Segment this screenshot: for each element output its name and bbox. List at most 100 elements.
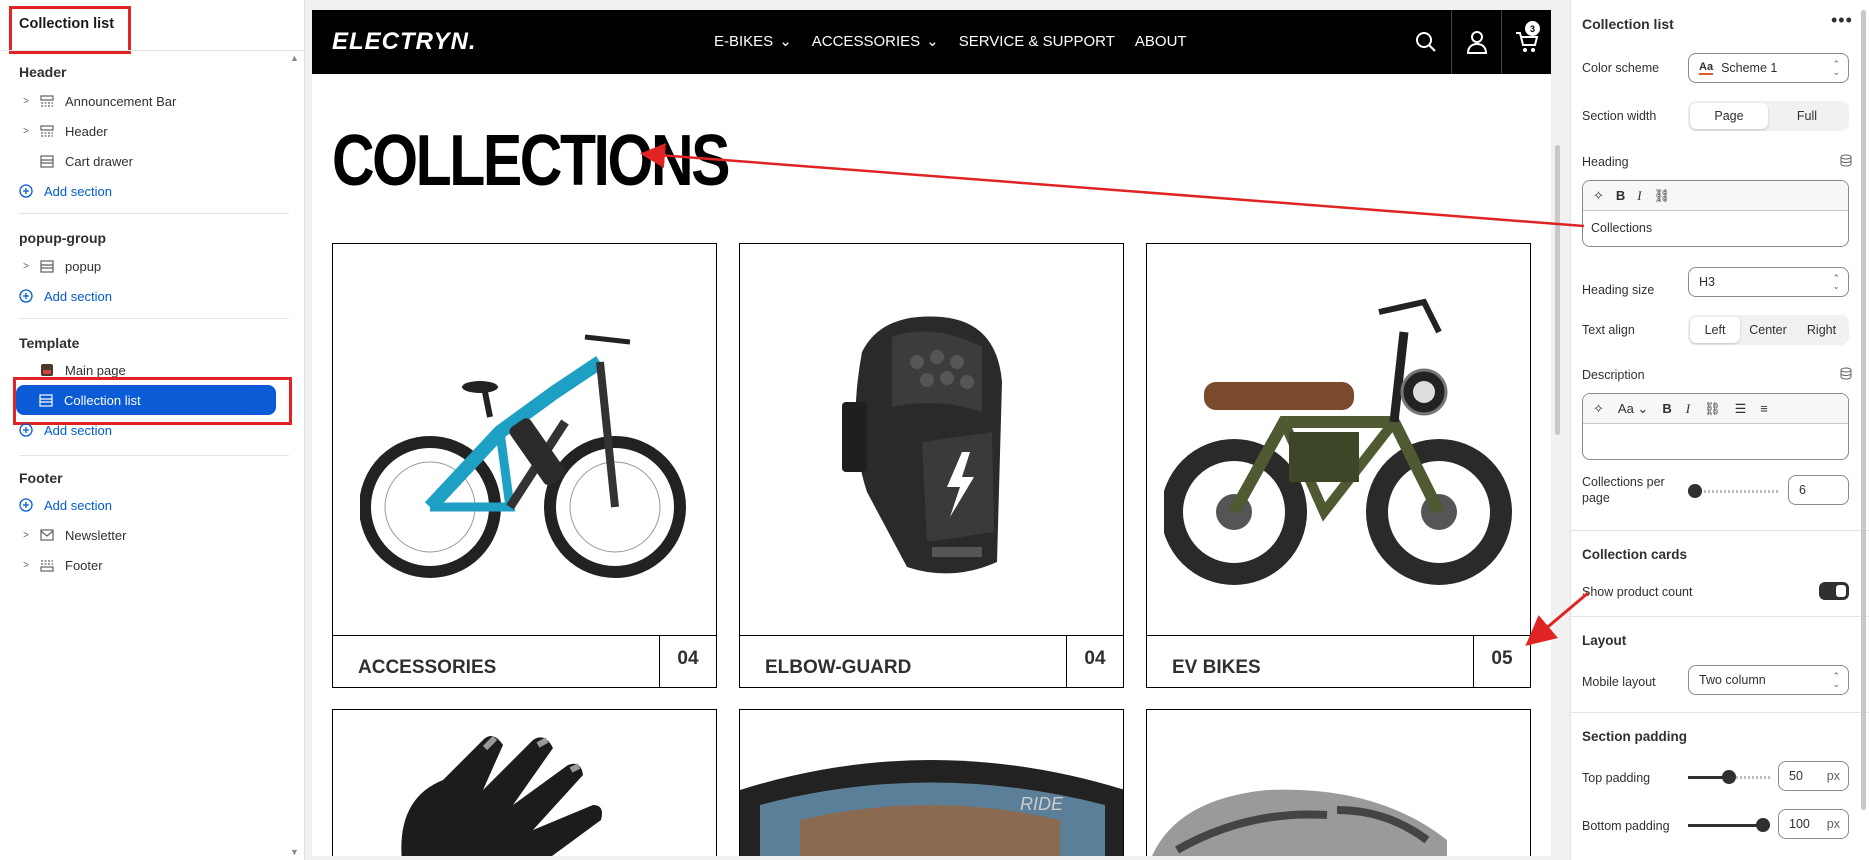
collection-card-elbow-guard[interactable]: ELBOW-GUARD 04 xyxy=(739,243,1124,688)
section-announcement-bar[interactable]: > Announcement Bar xyxy=(0,88,290,114)
chevron-right-icon[interactable]: > xyxy=(20,261,32,272)
top-padding-slider[interactable] xyxy=(1688,770,1770,784)
width-option-page[interactable]: Page xyxy=(1690,103,1768,129)
editor-toolbar: ✧ B I ⛓ xyxy=(1583,181,1848,211)
envelope-icon xyxy=(39,528,55,542)
align-center[interactable]: Center xyxy=(1740,317,1796,343)
color-scheme-select[interactable]: Aa Scheme 1 ⌃ ⌄ xyxy=(1688,53,1849,83)
bottom-padding-slider[interactable] xyxy=(1688,818,1770,832)
align-left[interactable]: Left xyxy=(1690,317,1740,343)
preview-scrollbar[interactable] xyxy=(1555,145,1560,435)
section-label: Announcement Bar xyxy=(65,93,177,109)
per-page-slider[interactable] xyxy=(1688,484,1778,498)
mobile-layout-select[interactable]: Two column ⌃ ⌄ xyxy=(1688,665,1849,695)
chevron-right-icon[interactable]: > xyxy=(20,530,32,541)
plus-circle-icon xyxy=(18,498,34,512)
slider-knob[interactable] xyxy=(1688,484,1702,498)
section-collection-list[interactable]: Collection list xyxy=(16,385,276,415)
chevron-right-icon[interactable]: > xyxy=(20,126,32,137)
heading-input[interactable]: Collections xyxy=(1583,211,1848,246)
sections-sidebar: Collection list ▲ ▼ Header > Announcemen… xyxy=(0,0,305,860)
section-cart-drawer[interactable]: Cart drawer xyxy=(0,148,290,174)
search-icon[interactable] xyxy=(1401,10,1451,74)
slider-knob[interactable] xyxy=(1756,818,1770,832)
heading-size-label: Heading size xyxy=(1582,283,1655,297)
chevron-right-icon[interactable]: > xyxy=(20,560,32,571)
magic-icon[interactable]: ✧ xyxy=(1593,188,1604,204)
collection-card-accessories[interactable]: ACCESSORIES 04 xyxy=(332,243,717,688)
select-value: Scheme 1 xyxy=(1721,61,1778,75)
top-padding-input[interactable]: 50 px xyxy=(1778,761,1849,791)
section-label: Header xyxy=(65,123,108,139)
database-icon[interactable] xyxy=(1840,154,1852,170)
link-icon[interactable]: ⛓ xyxy=(1704,401,1721,417)
bottom-padding-input[interactable]: 100 px xyxy=(1778,809,1849,839)
collection-card-gloves[interactable] xyxy=(332,709,717,856)
main-nav: E-BIKES ⌄ ACCESSORIES ⌄ SERVICE & SUPPORT … xyxy=(714,32,1187,51)
description-input[interactable] xyxy=(1583,424,1848,459)
nav-e-bikes[interactable]: E-BIKES ⌄ xyxy=(714,32,792,51)
card-footer: ACCESSORIES 04 xyxy=(333,635,716,687)
section-footer[interactable]: > Footer xyxy=(0,552,290,578)
collection-card-helmets[interactable] xyxy=(1146,709,1531,856)
add-section-template[interactable]: Add section xyxy=(0,417,290,443)
add-section-header[interactable]: Add section xyxy=(0,178,290,204)
section-newsletter[interactable]: > Newsletter xyxy=(0,522,290,548)
heading-editor: ✧ B I ⛓ Collections xyxy=(1582,180,1849,247)
nav-label: E-BIKES xyxy=(714,32,774,50)
section-popup[interactable]: > popup xyxy=(0,253,290,279)
link-icon[interactable]: ⛓ xyxy=(1654,188,1671,204)
divider xyxy=(1571,530,1869,531)
group-title-header: Header xyxy=(19,64,67,80)
per-page-input[interactable]: 6 xyxy=(1788,475,1849,505)
bold-icon[interactable]: B xyxy=(1662,401,1671,416)
svg-text:RIDE: RIDE xyxy=(1020,794,1064,814)
collection-card-ev-bikes[interactable]: EV BIKES 05 xyxy=(1146,243,1531,688)
width-option-full[interactable]: Full xyxy=(1768,103,1846,129)
section-main-page[interactable]: Main page xyxy=(0,357,290,383)
add-section-popup[interactable]: Add section xyxy=(0,283,290,309)
ebike-image xyxy=(333,244,716,639)
nav-label: SERVICE & SUPPORT xyxy=(958,32,1115,50)
divider xyxy=(1571,616,1869,617)
show-product-count-toggle[interactable] xyxy=(1819,582,1849,600)
magic-icon[interactable]: ✧ xyxy=(1593,401,1604,417)
nav-about[interactable]: ABOUT xyxy=(1135,32,1187,50)
italic-icon[interactable]: I xyxy=(1637,188,1641,204)
section-header[interactable]: > Header xyxy=(0,118,290,144)
section-width-label: Section width xyxy=(1582,109,1657,123)
account-icon[interactable] xyxy=(1451,10,1501,74)
add-section-label: Add section xyxy=(44,497,112,513)
nav-service-support[interactable]: SERVICE & SUPPORT xyxy=(959,32,1115,50)
add-section-footer[interactable]: Add section xyxy=(0,492,290,518)
bullet-list-icon[interactable]: ☰ xyxy=(1735,401,1747,417)
collection-card-goggles[interactable]: RIDE xyxy=(739,709,1124,856)
plus-circle-icon xyxy=(18,423,34,437)
chevron-right-icon[interactable]: > xyxy=(20,96,32,107)
store-logo[interactable]: ELECTRYN. xyxy=(332,28,477,56)
font-size-dropdown[interactable]: Aa ⌄ xyxy=(1618,401,1648,417)
align-right[interactable]: Right xyxy=(1796,317,1847,343)
database-icon[interactable] xyxy=(1840,367,1852,383)
description-editor: ✧ Aa ⌄ B I ⛓ ☰ ≡ xyxy=(1582,393,1849,460)
select-value: H3 xyxy=(1699,275,1715,289)
group-title-template: Template xyxy=(19,335,80,351)
settings-title: Collection list xyxy=(1582,16,1674,32)
cart-icon[interactable]: 3 xyxy=(1501,10,1551,74)
settings-scrollbar[interactable] xyxy=(1861,10,1866,810)
section-icon xyxy=(39,154,55,168)
more-options-icon[interactable]: ••• xyxy=(1831,10,1853,31)
slider-knob[interactable] xyxy=(1722,770,1736,784)
nav-accessories[interactable]: ACCESSORIES ⌄ xyxy=(812,32,939,51)
bold-icon[interactable]: B xyxy=(1616,188,1625,203)
chevron-down-icon: ⌄ xyxy=(779,33,792,50)
bottom-padding-label: Bottom padding xyxy=(1582,819,1670,833)
per-page-label: Collections per page xyxy=(1582,475,1665,505)
divider xyxy=(0,50,305,51)
goggles-image: RIDE xyxy=(740,760,1123,856)
heading-size-select[interactable]: H3 ⌃ ⌄ xyxy=(1688,267,1849,297)
numbered-list-icon[interactable]: ≡ xyxy=(1760,401,1768,416)
italic-icon[interactable]: I xyxy=(1686,401,1690,417)
scroll-down-icon[interactable]: ▼ xyxy=(290,847,299,857)
scroll-up-icon[interactable]: ▲ xyxy=(290,53,299,63)
